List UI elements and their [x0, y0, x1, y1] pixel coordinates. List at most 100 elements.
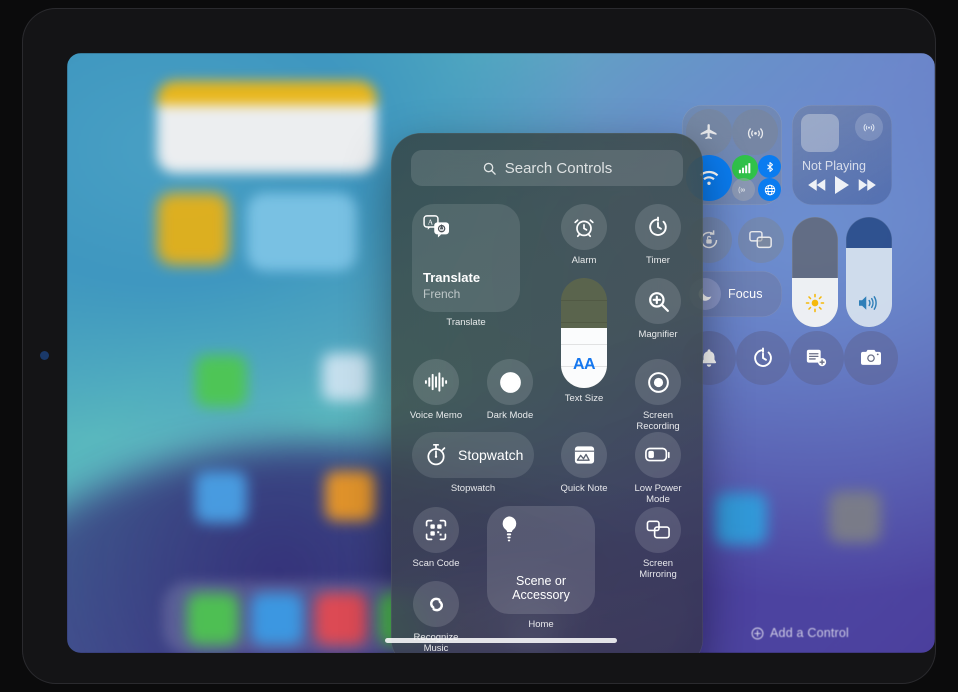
- qr-scan-icon: [425, 519, 447, 541]
- translate-icon: A: [423, 215, 449, 238]
- add-a-control-button[interactable]: Add a Control: [751, 626, 849, 640]
- device-screen: Not Playing Focus Add a Control Search C…: [67, 53, 935, 653]
- svg-text:A: A: [428, 218, 434, 227]
- gallery-control-scan-code[interactable]: Scan Code: [412, 507, 467, 569]
- record-icon: [647, 371, 669, 393]
- volume-slider[interactable]: [846, 217, 892, 327]
- alarm-circle[interactable]: [561, 204, 607, 250]
- gallery-control-screen-recording[interactable]: Screen Recording: [635, 359, 689, 432]
- voice-memo-label: Voice Memo: [409, 410, 463, 421]
- control-center-right: Not Playing Focus: [682, 105, 898, 425]
- translate-tile-caption: Translate: [446, 317, 486, 328]
- screen-mirroring-icon: [749, 230, 772, 249]
- button-camera[interactable]: [844, 331, 898, 385]
- toggle-bluetooth[interactable]: [758, 155, 781, 178]
- gallery-tile-translate[interactable]: A Translate French Translate: [412, 204, 520, 328]
- album-artwork-placeholder: [801, 114, 839, 152]
- button-timer[interactable]: [736, 331, 790, 385]
- gallery-control-timer[interactable]: Timer: [635, 204, 689, 266]
- screen-mirroring-circle[interactable]: [635, 507, 681, 553]
- wallpaper-icon-notes: [157, 193, 229, 265]
- gallery-tile-home[interactable]: Scene or Accessory Home: [487, 506, 595, 630]
- alarm-label: Alarm: [571, 255, 597, 266]
- scan-code-label: Scan Code: [412, 558, 460, 569]
- low-power-mode-circle[interactable]: [635, 432, 681, 478]
- fast-forward-icon[interactable]: [857, 178, 877, 192]
- home-tile-body[interactable]: Scene or Accessory: [487, 506, 595, 614]
- waveform-icon: [424, 372, 447, 392]
- wallpaper-widget-calendar: [157, 81, 377, 173]
- gallery-control-magnifier[interactable]: Magnifier: [635, 278, 689, 340]
- airplay-audio-button[interactable]: [855, 113, 883, 141]
- volume-icon-wrap: [857, 293, 881, 318]
- stopwatch-tile-caption: Stopwatch: [450, 483, 496, 494]
- gallery-control-low-power-mode[interactable]: Low Power Mode: [635, 432, 689, 505]
- home-indicator[interactable]: [385, 638, 617, 643]
- status-dot: [40, 351, 49, 360]
- quick-note-icon: [574, 446, 594, 464]
- shazam-icon: [429, 597, 443, 611]
- gallery-control-alarm[interactable]: Alarm: [561, 204, 615, 266]
- button-screen-mirroring[interactable]: [738, 217, 784, 263]
- lightbulb-icon: [502, 516, 517, 542]
- low-power-mode-label: Low Power Mode: [634, 483, 682, 505]
- toggle-cellular[interactable]: [732, 155, 758, 181]
- wallpaper-icon-weather-app: [715, 493, 767, 545]
- gallery-control-voice-memo[interactable]: Voice Memo: [410, 359, 467, 421]
- toggle-vpn[interactable]: [758, 178, 781, 201]
- search-controls-field[interactable]: Search Controls: [411, 150, 683, 186]
- gallery-control-dark-mode[interactable]: Dark Mode: [487, 359, 541, 421]
- toggle-personal-hotspot[interactable]: [732, 178, 755, 201]
- gallery-control-text-size[interactable]: AA Text Size: [561, 278, 607, 404]
- gallery-control-screen-mirroring[interactable]: Screen Mirroring: [635, 507, 689, 580]
- wallpaper-icon-settings: [829, 491, 881, 543]
- home-tile-title: Scene or Accessory: [512, 574, 570, 602]
- stopwatch-tile-body[interactable]: Stopwatch: [412, 432, 534, 478]
- timer-circle[interactable]: [635, 204, 681, 250]
- search-icon: [483, 162, 496, 175]
- text-size-gridline: [561, 322, 607, 323]
- translate-tile-body[interactable]: A Translate French: [412, 204, 520, 312]
- screen-mirroring-gallery-label: Screen Mirroring: [639, 558, 677, 580]
- controls-gallery-panel: Search Controls A Translate French Trans…: [391, 133, 703, 653]
- now-playing-module[interactable]: Not Playing: [792, 105, 892, 205]
- wallpaper-icon-appstore: [195, 471, 247, 523]
- airdrop-icon: [747, 127, 763, 139]
- dark-mode-circle[interactable]: [487, 359, 533, 405]
- gallery-tile-stopwatch[interactable]: Stopwatch Stopwatch: [412, 432, 534, 494]
- quick-note-circle[interactable]: [561, 432, 607, 478]
- magnifier-icon: [648, 291, 669, 312]
- now-playing-status: Not Playing: [802, 159, 866, 173]
- text-size-value: AA: [572, 356, 596, 373]
- add-a-control-label: Add a Control: [770, 626, 850, 640]
- play-icon[interactable]: [834, 176, 850, 194]
- screen-mirroring-icon: [646, 520, 670, 539]
- gallery-control-quick-note[interactable]: Quick Note: [561, 432, 615, 494]
- brightness-slider[interactable]: [792, 217, 838, 327]
- rewind-icon[interactable]: [807, 178, 827, 192]
- device-bezel: Not Playing Focus Add a Control Search C…: [22, 8, 936, 684]
- quick-note-icon: [806, 349, 827, 367]
- wallpaper-icon-messages: [195, 355, 247, 407]
- screen-recording-label: Screen Recording: [636, 410, 680, 432]
- brightness-icon-wrap: [805, 293, 825, 318]
- screen-recording-circle[interactable]: [635, 359, 681, 405]
- voice-memo-circle[interactable]: [413, 359, 459, 405]
- focus-label: Focus: [728, 287, 763, 301]
- alarm-clock-icon: [574, 219, 594, 238]
- wallpaper-icon-photos: [325, 471, 375, 521]
- screenshot-root: Not Playing Focus Add a Control Search C…: [0, 0, 958, 692]
- control-center-bottom-row: [682, 331, 898, 385]
- toggle-airdrop[interactable]: [732, 109, 778, 155]
- magnifier-circle[interactable]: [635, 278, 681, 324]
- plus-circle-icon: [751, 627, 764, 639]
- button-quick-note[interactable]: [790, 331, 844, 385]
- cellular-bars-icon: [738, 163, 751, 174]
- home-tile-caption: Home: [528, 619, 554, 630]
- recognize-music-circle[interactable]: [413, 581, 459, 627]
- scan-code-circle[interactable]: [413, 507, 459, 553]
- quick-note-label: Quick Note: [560, 483, 608, 494]
- text-size-slider[interactable]: AA: [561, 278, 607, 388]
- bluetooth-icon: [766, 161, 773, 172]
- text-size-gridline: [561, 300, 607, 301]
